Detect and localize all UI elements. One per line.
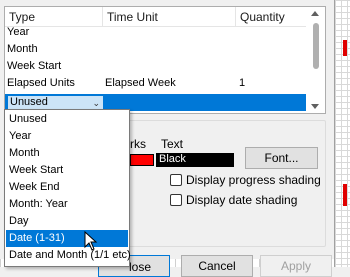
cancel-button[interactable]: Cancel — [181, 255, 253, 277]
background-bar-mark — [343, 184, 347, 206]
dropdown-option[interactable]: Day — [6, 213, 128, 230]
scroll-down-icon[interactable] — [311, 104, 319, 109]
marks-color-swatch[interactable] — [130, 154, 154, 166]
dropdown-option[interactable]: Week End — [6, 179, 128, 196]
date-shading-label: Display date shading — [186, 193, 298, 207]
table-row[interactable]: Month — [5, 41, 306, 58]
cell-type: Year — [7, 26, 30, 38]
scroll-up-icon[interactable] — [311, 11, 319, 16]
close-button-label: lose — [129, 260, 152, 274]
table-row[interactable]: Week Start — [5, 58, 306, 75]
table-row[interactable]: Year — [5, 24, 306, 41]
dropdown-option[interactable]: Year — [6, 128, 128, 145]
background-bar-mark — [343, 40, 347, 56]
type-dropdown-list[interactable]: Unused Year Month Week Start Week End Mo… — [4, 109, 131, 267]
cell-type: Elapsed Units — [7, 77, 75, 89]
timescale-table[interactable]: Type Time Unit Quantity Year Month Week … — [4, 6, 326, 114]
cell-type: Week Start — [7, 60, 62, 72]
scrollbar-thumb[interactable] — [313, 23, 319, 69]
table-row[interactable]: Elapsed Units Elapsed Week 1 — [5, 75, 306, 92]
cell-time-unit: Elapsed Week — [105, 77, 176, 89]
dropdown-option[interactable]: Week Start — [6, 162, 128, 179]
text-color-swatch[interactable]: Black — [156, 153, 234, 167]
cell-quantity: 1 — [239, 77, 246, 89]
dropdown-option-hovered[interactable]: Date (1-31) — [6, 230, 128, 247]
progress-shading-label: Display progress shading — [186, 173, 321, 187]
combobox-value: Unused — [10, 96, 48, 108]
cell-type: Month — [7, 43, 38, 55]
font-button[interactable]: Font... — [245, 147, 318, 169]
dropdown-option[interactable]: Date and Month (1/1 etc) — [6, 247, 131, 264]
background-chart-grid — [334, 0, 350, 267]
marks-label: rks — [130, 137, 146, 151]
dropdown-option[interactable]: Month: Year — [6, 196, 128, 213]
type-combobox[interactable]: Unused ⌄ — [7, 95, 104, 110]
mouse-pointer-icon — [84, 231, 98, 251]
progress-shading-checkbox[interactable] — [170, 174, 182, 186]
dropdown-option[interactable]: Month — [6, 145, 128, 162]
date-shading-checkbox[interactable] — [170, 194, 182, 206]
table-scrollbar[interactable] — [306, 7, 325, 113]
text-label: Text — [161, 137, 184, 151]
apply-button[interactable]: Apply — [260, 255, 332, 277]
dropdown-option[interactable]: Unused — [6, 111, 128, 128]
